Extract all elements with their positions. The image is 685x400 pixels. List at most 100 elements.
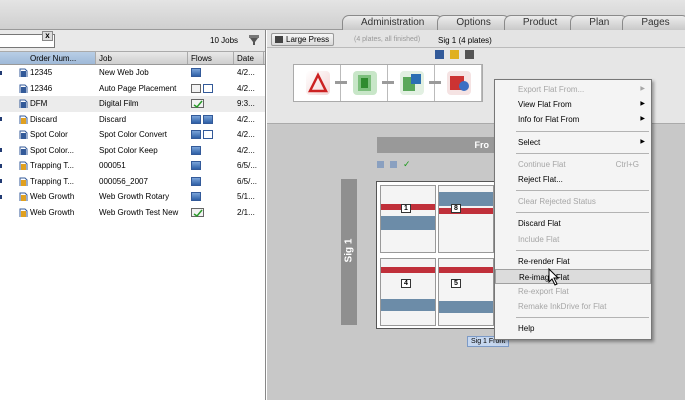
flows-cell — [188, 99, 234, 109]
workflow-status-icons — [435, 50, 474, 59]
table-row[interactable]: 12345 New Web Job 4/2... — [0, 65, 265, 81]
table-row[interactable]: 12346 Auto Page Placement 4/2... — [0, 81, 265, 97]
chevron-right-icon: ▶ — [640, 86, 645, 92]
date-cell: 4/2... — [237, 145, 255, 155]
menu-item-label: Clear Rejected Status — [518, 197, 596, 207]
menu-item-label: Discard Flat — [518, 219, 561, 229]
flow-icon[interactable] — [191, 130, 201, 140]
flows-cell — [188, 176, 234, 186]
job-name: Web Growth Rotary — [99, 192, 170, 202]
tab-product[interactable]: Product — [503, 15, 577, 30]
job-list-panel: x 10 Jobs Order Num... Job Flows Date 12… — [0, 30, 266, 400]
flow-icon[interactable] — [191, 192, 201, 202]
filter-icon[interactable] — [248, 34, 260, 46]
large-press-button[interactable]: Large Press — [271, 33, 335, 46]
menu-item-re-image-flat[interactable]: Re-image Flat — [495, 268, 651, 285]
job-icon — [19, 208, 28, 217]
table-row[interactable]: Web Growth Web Growth Test New 2/1... — [0, 205, 265, 221]
date-cell: 6/5/... — [237, 176, 258, 186]
table-row[interactable]: Discard Discard 4/2... — [0, 112, 265, 128]
flat-sheet[interactable]: 1 8 4 5 — [376, 181, 496, 329]
flows-cell — [188, 207, 234, 217]
chevron-right-icon: ▶ — [640, 101, 645, 108]
flow-icon[interactable] — [203, 114, 213, 124]
press-icon — [275, 36, 283, 43]
date-cell: 9:3... — [237, 99, 255, 109]
flow-icon[interactable] — [191, 176, 201, 186]
chevron-right-icon: ▶ — [640, 116, 645, 123]
date-cell: 6/5/... — [237, 161, 258, 171]
flows-cell — [188, 192, 234, 202]
row-marker — [0, 117, 2, 122]
menu-item-discard-flat[interactable]: Discard Flat — [495, 216, 651, 231]
column-job[interactable]: Job — [96, 52, 188, 64]
page-band — [439, 267, 493, 273]
step-imposition[interactable] — [388, 65, 441, 101]
plates-status: (4 plates, all finished) — [354, 36, 421, 43]
menu-item-label: Continue Flat — [518, 159, 566, 169]
step-pdf[interactable] — [294, 65, 347, 101]
order-number-cell: Trapping T... — [0, 177, 96, 186]
column-date[interactable]: Date — [234, 52, 264, 64]
order-number: Trapping T... — [30, 161, 75, 171]
flow-icon[interactable] — [203, 83, 213, 93]
front-header: Fro — [377, 137, 497, 153]
flows-cell — [188, 114, 234, 124]
order-number-cell: Spot Color... — [0, 146, 96, 155]
step-output[interactable] — [435, 65, 482, 101]
page-band — [439, 208, 493, 214]
menu-item-re-render-flat[interactable]: Re-render Flat — [495, 254, 651, 269]
page-image — [381, 216, 435, 230]
row-marker — [0, 70, 2, 75]
tab-options[interactable]: Options — [437, 15, 510, 30]
flow-icon[interactable] — [191, 207, 204, 217]
table-row[interactable]: DFM Digital Film 9:3... — [0, 96, 265, 112]
menu-item-help[interactable]: Help — [495, 321, 651, 336]
flow-icon[interactable] — [191, 99, 204, 109]
menu-item-clear-rejected-status: Clear Rejected Status — [495, 194, 651, 209]
step-preflight[interactable] — [341, 65, 394, 101]
menu-item-info-for-flat-from[interactable]: Info for Flat From ▶ — [495, 112, 651, 127]
menu-item-continue-flat: Continue Flat Ctrl+G — [495, 157, 651, 172]
order-number-cell: 12345 — [0, 68, 96, 78]
date-cell: 4/2... — [237, 68, 255, 78]
menu-item-select[interactable]: Select ▶ — [495, 135, 651, 150]
menu-item-re-export-flat: Re-export Flat — [495, 284, 651, 299]
flow-icon[interactable] — [191, 68, 201, 78]
plate-icon — [465, 50, 474, 59]
flow-icon[interactable] — [191, 145, 201, 155]
column-order-number[interactable]: Order Num... — [0, 52, 96, 64]
page-thumbnail: 8 — [438, 185, 494, 253]
page-thumbnail: 4 — [380, 258, 436, 326]
job-icon — [19, 99, 28, 109]
table-row[interactable]: Spot Color Spot Color Convert 4/2... — [0, 127, 265, 143]
tab-pages[interactable]: Pages — [622, 15, 685, 30]
table-row[interactable]: Web Growth Web Growth Rotary 5/1... — [0, 189, 265, 205]
job-name: 000051 — [99, 161, 126, 171]
table-row[interactable]: Trapping T... 000051 6/5/... — [0, 158, 265, 174]
menu-item-label: Select — [518, 137, 541, 147]
tab-administration[interactable]: Administration — [342, 15, 444, 30]
flow-icon[interactable] — [191, 161, 201, 171]
column-flows[interactable]: Flows — [188, 52, 234, 64]
job-icon — [19, 115, 28, 124]
menu-item-reject-flat[interactable]: Reject Flat... — [495, 172, 651, 187]
row-marker — [0, 148, 2, 153]
job-table-body: 12345 New Web Job 4/2... 12346 Auto Page Pla… — [0, 65, 265, 220]
order-number: 12346 — [30, 83, 53, 93]
table-row[interactable]: Spot Color... Spot Color Keep 4/2... — [0, 143, 265, 159]
menu-shortcut: Ctrl+G — [615, 159, 639, 169]
menu-item-remake-inkdrive-for-flat: Remake InkDrive for Flat — [495, 299, 651, 314]
plate-icon[interactable] — [390, 161, 397, 168]
close-icon[interactable]: x — [42, 31, 53, 41]
flow-icon[interactable] — [203, 130, 213, 140]
order-number-cell: DFM — [0, 99, 96, 109]
page-number: 1 — [401, 204, 411, 213]
flow-icon[interactable] — [191, 83, 201, 93]
menu-item-view-flat-from[interactable]: View Flat From ▶ — [495, 97, 651, 112]
job-name: Web Growth Test New — [99, 207, 179, 217]
view-icon[interactable] — [377, 161, 384, 168]
tab-plan[interactable]: Plan — [570, 15, 629, 30]
table-row[interactable]: Trapping T... 000056_2007 6/5/... — [0, 174, 265, 190]
flow-icon[interactable] — [191, 114, 201, 124]
